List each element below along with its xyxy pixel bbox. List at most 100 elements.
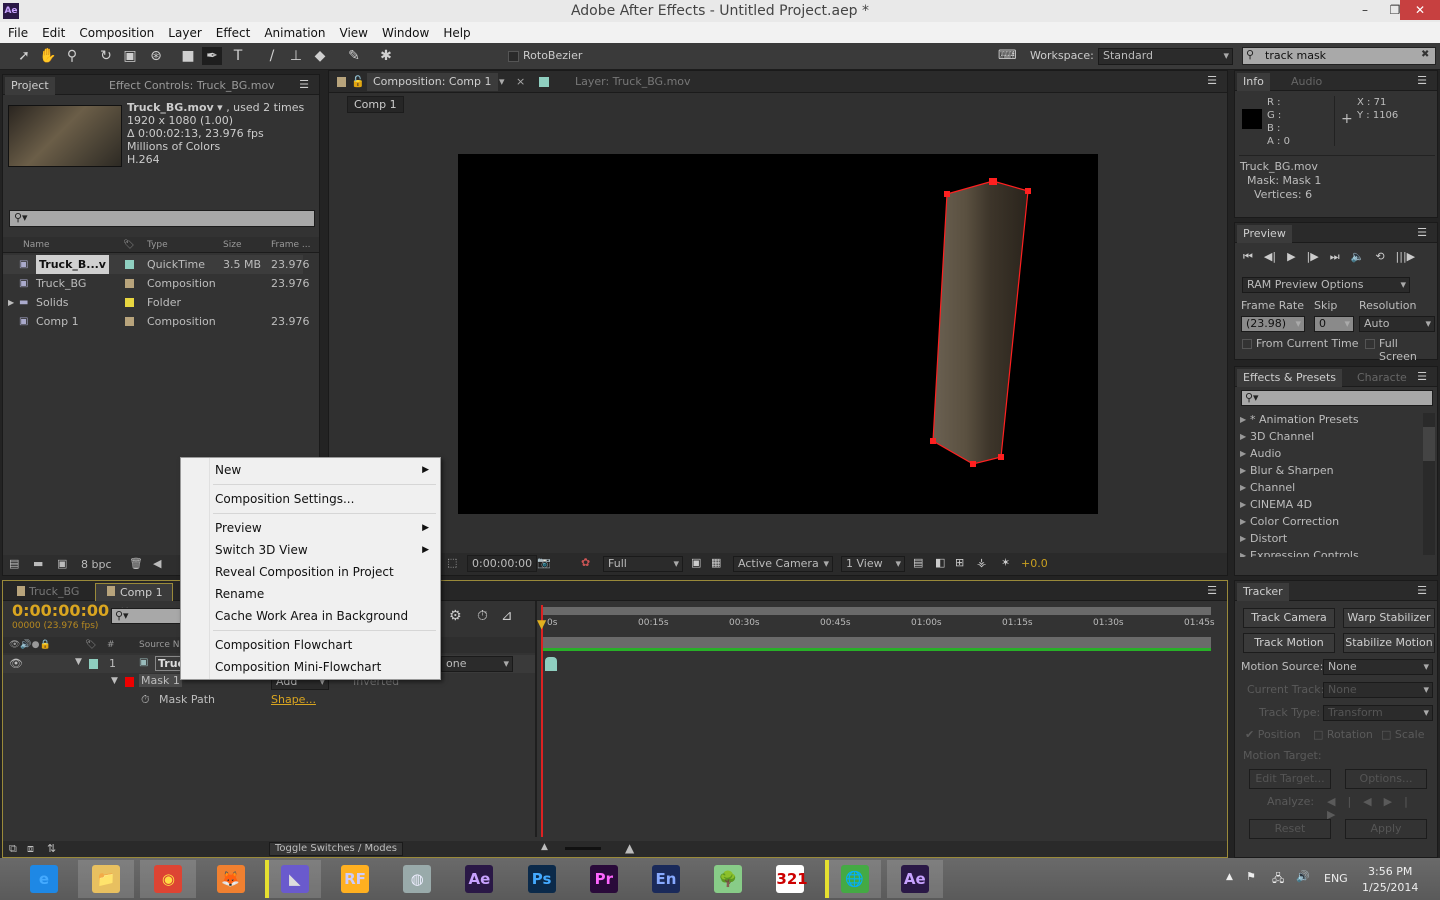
zoom-slider[interactable] xyxy=(565,847,601,850)
exposure-value[interactable]: +0.0 xyxy=(1021,557,1048,570)
taskbar-app[interactable]: e xyxy=(16,860,72,898)
menu-edit[interactable]: Edit xyxy=(42,26,65,40)
roto-brush-tool-icon[interactable]: ✎ xyxy=(344,47,364,65)
col-size[interactable]: Size xyxy=(223,237,241,253)
transparency-grid-icon[interactable]: ▦ xyxy=(711,556,721,569)
stopwatch-icon[interactable]: ⏱ xyxy=(141,693,150,707)
effects-category[interactable]: ▶ Audio xyxy=(1235,445,1421,462)
panel-menu-icon[interactable]: ☰ xyxy=(299,78,309,91)
timecode-display[interactable]: 0:00:00:00 xyxy=(12,601,109,620)
effects-search-input[interactable]: ⚲▾ xyxy=(1241,390,1433,406)
menu-view[interactable]: View xyxy=(340,26,368,40)
project-item[interactable]: ▣ Truck_B...v QuickTime 3.5 MB 23.976 xyxy=(3,255,310,274)
taskbar-app[interactable]: ◉ xyxy=(140,860,197,898)
layer-duration-bar[interactable] xyxy=(545,657,557,671)
camera-tool-icon[interactable]: ▣ xyxy=(120,47,140,65)
menu-effect[interactable]: Effect xyxy=(216,26,251,40)
region-of-interest-icon[interactable]: ⬚ xyxy=(447,556,457,569)
menu-item-cache-work-area[interactable]: Cache Work Area in Background xyxy=(215,605,435,627)
volume-icon[interactable]: 🔊 xyxy=(1296,870,1310,883)
menu-item-preview[interactable]: Preview ▶ xyxy=(215,517,435,539)
col-name[interactable]: Name xyxy=(23,237,50,253)
expand-arrow-icon[interactable]: ▶ xyxy=(1240,411,1246,428)
tab-preview[interactable]: Preview xyxy=(1237,225,1292,243)
menu-layer[interactable]: Layer xyxy=(168,26,201,40)
taskbar-app[interactable]: En xyxy=(638,860,694,898)
taskbar-app[interactable]: Ps xyxy=(514,860,570,898)
menu-animation[interactable]: Animation xyxy=(264,26,325,40)
timeline-icon[interactable]: ⊞ xyxy=(955,556,964,569)
menu-item-composition-mini-flowchart[interactable]: Composition Mini-Flowchart xyxy=(215,656,435,678)
item-label-swatch[interactable] xyxy=(125,298,134,307)
mask-path-row[interactable]: ⏱ Mask Path Shape... xyxy=(3,691,535,709)
footage-name[interactable]: Truck_BG.mov xyxy=(127,101,214,114)
type-tool-icon[interactable]: T xyxy=(228,47,248,65)
from-current-time-checkbox[interactable] xyxy=(1242,339,1252,349)
item-label-swatch[interactable] xyxy=(125,260,134,269)
expand-arrow-icon[interactable]: ▶ xyxy=(1240,530,1246,547)
audio-icon[interactable]: 🔈 xyxy=(1351,250,1365,264)
trash-icon[interactable]: 🗑 xyxy=(129,557,143,570)
mask-name[interactable]: Mask 1 xyxy=(139,674,182,687)
item-label-swatch[interactable] xyxy=(125,279,134,288)
workspace-dropdown[interactable]: Standard xyxy=(1098,48,1233,65)
taskbar-app[interactable]: 🦊 xyxy=(203,860,259,898)
taskbar-app[interactable]: 321 xyxy=(762,860,818,898)
last-frame-icon[interactable]: ⏭ xyxy=(1330,250,1340,264)
play-icon[interactable]: ▶ xyxy=(1287,250,1295,264)
menu-item-reveal-composition[interactable]: Reveal Composition in Project xyxy=(215,561,435,583)
help-search-input[interactable]: track mask xyxy=(1242,47,1436,65)
tab-audio[interactable]: Audio xyxy=(1285,73,1328,91)
work-area-bar[interactable] xyxy=(541,637,1211,651)
ram-preview-icon[interactable]: |||▶ xyxy=(1396,250,1416,264)
menu-window[interactable]: Window xyxy=(382,26,429,40)
tab-project[interactable]: Project xyxy=(5,77,55,95)
draft-3d-icon[interactable]: ⚙ xyxy=(449,608,462,624)
transfer-controls-icon[interactable]: ⧈ xyxy=(27,842,34,856)
col-type[interactable]: Type xyxy=(147,237,168,253)
mask-shape-link[interactable]: Shape... xyxy=(271,693,316,706)
menu-item-composition-flowchart[interactable]: Composition Flowchart xyxy=(215,634,435,656)
track-matte-dropdown[interactable]: one xyxy=(441,656,513,672)
effects-category[interactable]: ▶ Channel xyxy=(1235,479,1421,496)
visibility-icon[interactable]: 👁 xyxy=(9,657,23,670)
clone-stamp-tool-icon[interactable]: ⊥ xyxy=(286,47,306,65)
expand-arrow-icon[interactable]: ▶ xyxy=(1240,513,1246,530)
taskbar-app[interactable]: Pr xyxy=(576,860,632,898)
zoom-out-icon[interactable]: ▲ xyxy=(541,842,548,852)
tab-effects-presets[interactable]: Effects & Presets xyxy=(1237,369,1342,387)
clock[interactable]: 3:56 PM 1/25/2014 xyxy=(1362,864,1418,896)
tab-character[interactable]: Characte xyxy=(1351,369,1413,387)
rotate-tool-icon[interactable]: ↻ xyxy=(96,47,116,65)
project-item[interactable]: ▶ ▬ Solids Folder xyxy=(3,293,303,312)
panel-menu-icon[interactable]: ☰ xyxy=(1417,584,1427,597)
current-time-field[interactable]: 0:00:00:00 xyxy=(467,555,538,572)
menu-composition[interactable]: Composition xyxy=(79,26,154,40)
source-name-header[interactable]: Source Na xyxy=(139,637,185,653)
expand-layer-icon[interactable]: ▼ xyxy=(75,657,82,667)
tab-composition[interactable]: Composition: Comp 1 xyxy=(367,73,498,91)
view-layout-dropdown[interactable]: 1 View xyxy=(841,556,905,572)
track-camera-button[interactable]: Track Camera xyxy=(1243,608,1335,628)
project-item[interactable]: ▣ Truck_BG Composition 23.976 xyxy=(3,274,310,293)
effects-category[interactable]: ▶ * Animation Presets xyxy=(1235,411,1421,428)
snapshot-icon[interactable]: 📷 xyxy=(537,556,551,569)
expand-arrow-icon[interactable]: ▶ xyxy=(1240,479,1246,496)
graph-editor-icon[interactable]: ⊿ xyxy=(501,608,513,624)
panel-menu-icon[interactable]: ☰ xyxy=(1207,74,1217,87)
fast-previews-icon[interactable]: ▣ xyxy=(691,556,701,569)
effects-category[interactable]: ▶ Blur & Sharpen xyxy=(1235,462,1421,479)
expand-arrow-icon[interactable]: ▶ xyxy=(1240,496,1246,513)
motion-blur-icon[interactable]: ⏱ xyxy=(477,608,488,624)
flowchart-icon[interactable]: ⚶ xyxy=(977,556,986,569)
new-folder-icon[interactable]: ▬ xyxy=(33,557,43,570)
full-screen-checkbox[interactable] xyxy=(1365,339,1375,349)
puppet-pin-tool-icon[interactable]: ✱ xyxy=(376,47,396,65)
menu-item-rename[interactable]: Rename xyxy=(215,583,435,605)
comp-viewer[interactable] xyxy=(458,154,1098,514)
tab-truck-bg[interactable]: Truck_BG xyxy=(23,583,85,601)
frame-rate-dropdown[interactable]: (23.98) xyxy=(1241,316,1305,332)
time-ruler[interactable]: 0s 00:15s 00:30s 00:45s 01:00s 01:15s 01:30s 01… xyxy=(541,615,1215,635)
taskbar-app[interactable]: RF xyxy=(327,860,383,898)
playhead-icon[interactable]: ▼ xyxy=(537,617,546,631)
